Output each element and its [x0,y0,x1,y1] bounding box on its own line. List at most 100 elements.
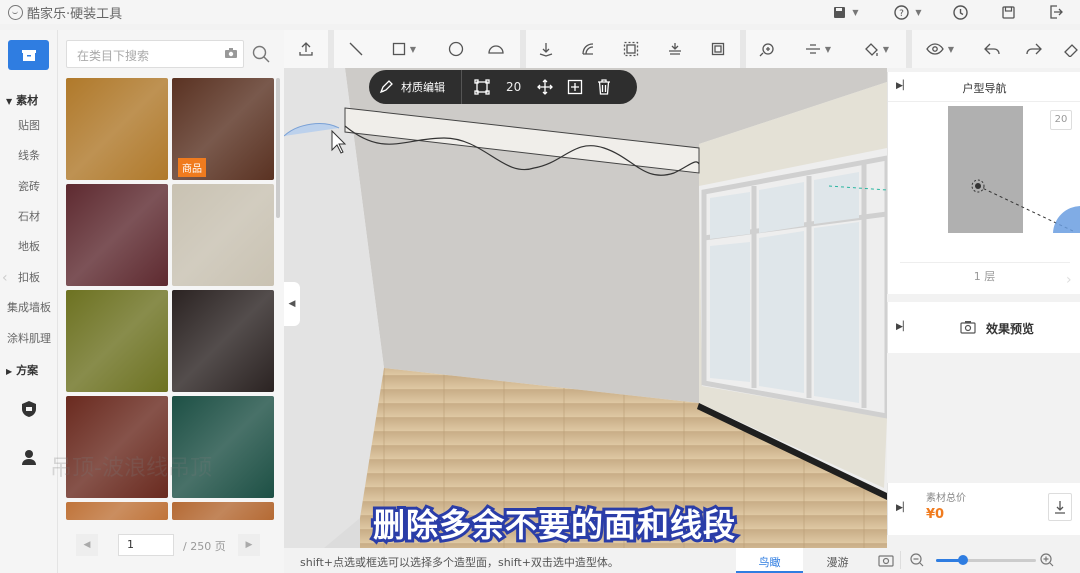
price-value: ¥0 [926,507,945,522]
screenshot-icon[interactable] [878,553,894,567]
collapse-panel-button[interactable]: ◀ [284,282,300,326]
chevron-down-icon: ▼ [852,7,859,17]
chevron-right-icon[interactable]: › [1066,272,1072,288]
search-input[interactable]: 在类目下搜索 [66,40,244,68]
material-swatch[interactable] [66,290,168,392]
arc-tool[interactable] [482,30,510,68]
trash-icon[interactable] [597,79,611,95]
rail-item-stone[interactable]: 石材 [0,208,58,224]
export-list-button[interactable] [1048,493,1072,521]
chevron-down-icon: ▼ [882,44,890,54]
rail-item-tile[interactable]: 瓷砖 [0,178,58,194]
page-input[interactable]: 1 [118,534,174,556]
next-page-button[interactable]: ▶ [238,534,260,556]
scale-value[interactable]: 20 [506,80,521,94]
eraser-icon [1064,44,1078,57]
rail-item-panel[interactable]: 扣板 [0,269,58,285]
sweep-icon [582,43,594,55]
scrollbar[interactable] [276,78,280,218]
panel-tool[interactable] [704,30,732,68]
toolbar-divider [740,30,746,68]
material-swatch[interactable] [66,184,168,286]
material-swatch[interactable] [66,78,168,180]
toolbar-divider [906,30,912,68]
circle-icon [448,41,464,57]
zoom-out-icon[interactable] [910,553,924,567]
watermark-text: 吊顶-波浪线吊顶 [50,456,212,481]
3d-viewport[interactable] [284,68,887,548]
undo-icon [984,43,1000,55]
floor-label[interactable]: 1 层 [888,268,1080,284]
product-badge: 商品 [178,158,206,177]
render-preview-panel[interactable]: ▶▏ 效果预览 [887,302,1080,353]
rail-item-paint[interactable]: 涂料肌理 [0,330,58,346]
chevron-left-icon[interactable]: ‹ [2,270,8,286]
rail-item-wallboard[interactable]: 集成墙板 [0,299,58,315]
rail-item-molding[interactable]: 线条 [0,147,58,163]
shield-icon[interactable] [20,400,38,418]
material-swatch[interactable] [172,396,274,498]
toolbar-divider [328,30,334,68]
download-icon [1055,501,1065,514]
material-swatch[interactable] [172,502,274,520]
material-edit-button[interactable]: 材质编辑 [401,79,445,95]
brush-edit-icon [379,80,393,94]
move-icon[interactable] [537,79,554,95]
clock-icon [952,4,968,20]
exit-button[interactable] [1046,0,1066,24]
erase-tool[interactable] [1062,30,1080,68]
material-swatch[interactable] [66,396,168,498]
redo-button[interactable] [1020,30,1048,68]
arc-icon [488,45,504,54]
redo-icon [1026,43,1042,55]
nav-zoom-value[interactable]: 20 [1050,110,1072,130]
section-material[interactable]: ▼ 素材 [6,92,38,108]
search-button[interactable] [246,40,276,68]
material-library-button[interactable] [8,40,49,70]
floor-nav-header[interactable]: ▶▏ 户型导航 [888,72,1080,102]
help-menu-button[interactable]: ? ▼ [888,0,928,24]
material-swatch[interactable] [172,184,274,286]
view-toggle[interactable]: ▼ [918,30,962,68]
divide-tool[interactable] [661,30,689,68]
prev-page-button[interactable]: ◀ [76,534,98,556]
push-pull-tool[interactable] [532,30,560,68]
user-icon[interactable] [20,448,38,466]
undo-button[interactable] [978,30,1006,68]
magnifier-icon [759,43,774,57]
camera-icon[interactable] [224,47,238,59]
upload-tool[interactable] [292,30,320,68]
sweep-tool[interactable] [574,30,602,68]
zoom-in-icon[interactable] [1040,553,1054,567]
zoom-slider[interactable] [936,555,1036,565]
rail-item-texture[interactable]: 贴图 [0,117,58,133]
rail-item-floor[interactable]: 地板 [0,238,58,254]
material-swatch[interactable] [66,502,168,520]
tab-roam-view[interactable]: 漫游 [804,548,871,573]
measure-tool[interactable] [754,30,782,68]
section-plan[interactable]: ▶ 方案 [6,362,38,378]
camera-icon [960,321,976,334]
zoom-slider-handle[interactable] [958,555,968,565]
svg-text:?: ? [900,9,905,19]
section-material-label: 素材 [16,94,39,107]
app-window: 酷家乐·硬装工具 ▼ ? ▼ ▼ 素材 贴图 线条 瓷砖 石材 地板 扣板 集成… [0,0,1080,573]
duplicate-icon[interactable] [567,79,583,95]
resize-box-icon[interactable] [474,79,490,95]
save-button[interactable] [998,0,1018,24]
save-menu-button[interactable]: ▼ [826,0,866,24]
toolbar-divider [461,70,462,104]
offset-icon [623,41,639,57]
material-edit-toolbar: 材质编辑 20 [369,70,637,104]
offset-tool[interactable] [617,30,645,68]
history-button[interactable] [950,0,970,24]
tab-bird-view[interactable]: 鸟瞰 [736,548,803,573]
material-swatch[interactable] [172,290,274,392]
collapse-arrow-icon[interactable]: ▶▏ [896,503,910,513]
collapse-arrow-icon[interactable]: ▶▏ [896,322,910,332]
circle-tool[interactable] [442,30,470,68]
align-tool[interactable]: ▼ [796,30,840,68]
rectangle-tool[interactable]: ▼ [384,30,424,68]
line-tool[interactable] [342,30,370,68]
paint-tool[interactable]: ▼ [854,30,898,68]
